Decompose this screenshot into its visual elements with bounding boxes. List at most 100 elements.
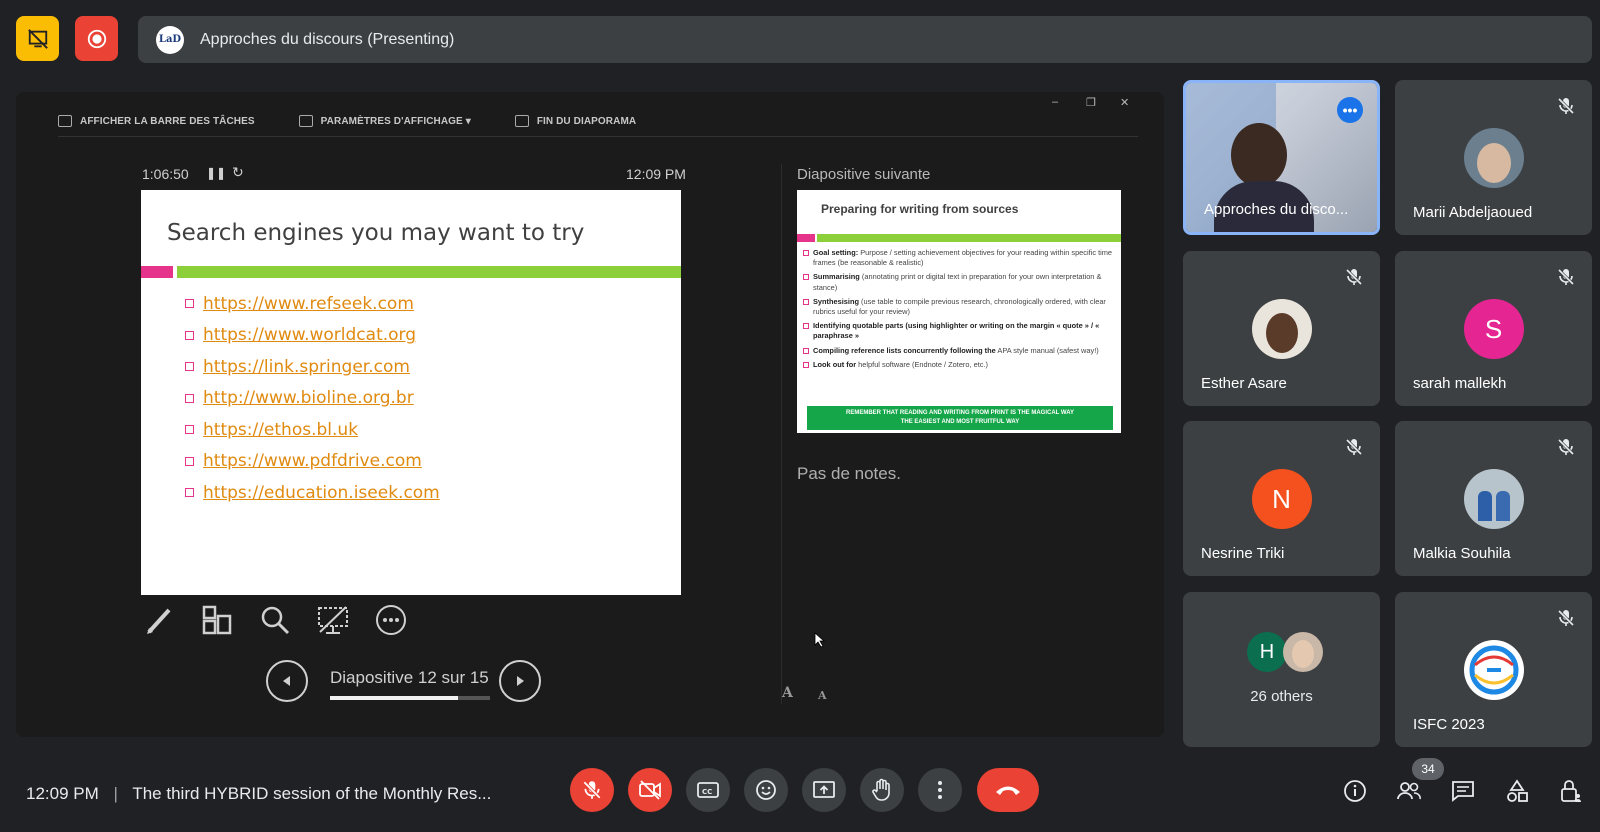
presenting-banner[interactable]: LaD Approches du discours (Presenting) <box>138 16 1592 63</box>
reset-timer-icon[interactable]: ↻ <box>232 164 244 181</box>
more-options-button[interactable] <box>918 768 962 812</box>
speaker-notes: Pas de notes. <box>797 464 901 483</box>
grid-icon <box>202 605 232 635</box>
minimize-icon[interactable]: – <box>1052 96 1058 108</box>
monitor-off-icon <box>318 606 348 634</box>
present-now-button[interactable] <box>802 768 846 812</box>
participant-tile[interactable]: N Nesrine Triki <box>1183 421 1380 576</box>
info-icon <box>1344 780 1366 802</box>
participant-name: Esther Asare <box>1201 375 1287 392</box>
taskbar-icon <box>58 115 72 127</box>
camera-off-icon <box>639 780 661 800</box>
previous-slide-button[interactable] <box>266 660 308 702</box>
people-button[interactable] <box>1396 778 1422 804</box>
reactions-button[interactable] <box>744 768 788 812</box>
bullet-icon <box>185 330 194 340</box>
participant-name: ISFC 2023 <box>1413 716 1485 733</box>
increase-font-button[interactable]: A <box>782 685 793 701</box>
list-item: http://www.bioline.org.br <box>185 383 440 415</box>
avatar-initial: H <box>1259 640 1275 663</box>
meeting-details-button[interactable] <box>1342 778 1368 804</box>
recording-button[interactable] <box>75 16 118 61</box>
next-slide-button[interactable] <box>499 660 541 702</box>
pen-tool-button[interactable] <box>141 602 177 638</box>
activities-icon <box>1507 779 1528 802</box>
next-slide-banner: REMEMBER THAT READING AND WRITING FROM P… <box>807 406 1113 430</box>
bullet-icon <box>185 425 194 435</box>
camera-button[interactable] <box>628 768 672 812</box>
activities-button[interactable] <box>1504 778 1530 804</box>
present-to-everyone-off-button[interactable] <box>16 16 59 61</box>
zoom-button[interactable] <box>257 602 293 638</box>
show-taskbar-button[interactable]: AFFICHER LA BARRE DES TÂCHES <box>58 115 255 127</box>
next-slide-title: Preparing for writing from sources <box>821 202 1019 216</box>
slide-accent-green <box>177 266 681 278</box>
display-settings-label: PARAMÈTRES D'AFFICHAGE ▾ <box>320 115 471 127</box>
participant-tile[interactable]: ISFC 2023 <box>1395 592 1592 747</box>
next-slide-list: Goal setting: Purpose / setting achievem… <box>803 248 1115 374</box>
bullet-icon <box>185 299 194 309</box>
participant-tile[interactable]: Malkia Souhila <box>1395 421 1592 576</box>
participant-tile[interactable]: ••• Approches du disco... <box>1183 80 1380 235</box>
powerpoint-toolbar: AFFICHER LA BARRE DES TÂCHES PARAMÈTRES … <box>58 110 1138 132</box>
list-item: https://ethos.bl.uk <box>185 414 440 446</box>
see-all-slides-button[interactable] <box>199 602 235 638</box>
microphone-button[interactable] <box>570 768 614 812</box>
next-slide-accent-pink <box>797 234 815 242</box>
isfc-logo <box>1463 640 1524 700</box>
record-icon <box>87 29 106 48</box>
bullet-icon <box>185 488 194 498</box>
bullet-icon <box>185 456 194 466</box>
link[interactable]: https://www.pdfdrive.com <box>203 451 422 471</box>
screen-share-off-icon <box>27 28 48 49</box>
avatar <box>1463 128 1524 188</box>
list-item: https://www.pdfdrive.com <box>185 446 440 478</box>
display-settings-button[interactable]: PARAMÈTRES D'AFFICHAGE ▾ <box>298 115 471 127</box>
link[interactable]: https://ethos.bl.uk <box>203 420 358 440</box>
captions-button[interactable]: CC <box>686 768 730 812</box>
avatar <box>1283 632 1323 672</box>
participant-tile[interactable]: S sarah mallekh <box>1395 251 1592 406</box>
chat-button[interactable] <box>1450 778 1476 804</box>
others-label: 26 others <box>1250 688 1313 705</box>
presenter-clock: 12:09 PM <box>626 166 686 182</box>
meeting-info: 12:09 PM | The third HYBRID session of t… <box>26 784 491 804</box>
link[interactable]: https://link.springer.com <box>203 357 410 377</box>
pause-icon[interactable]: ❚❚ <box>206 166 226 180</box>
participant-tile[interactable]: Marii Abdeljaoued <box>1395 80 1592 235</box>
current-time: 12:09 PM <box>26 784 99 803</box>
more-options-button[interactable] <box>373 602 409 638</box>
more-options-icon[interactable]: ••• <box>1337 97 1363 123</box>
close-icon[interactable]: ✕ <box>1120 96 1129 109</box>
more-vert-icon <box>938 781 942 799</box>
link[interactable]: https://www.refseek.com <box>203 294 414 314</box>
restore-icon[interactable]: ❐ <box>1086 96 1096 109</box>
present-screen-icon <box>813 781 835 798</box>
participant-tile[interactable]: Esther Asare <box>1183 251 1380 406</box>
leave-call-button[interactable] <box>977 768 1039 812</box>
lock-person-icon <box>1561 780 1581 802</box>
others-tile[interactable]: H 26 others <box>1183 592 1380 747</box>
end-slideshow-label: FIN DU DIAPORAMA <box>536 115 637 127</box>
display-settings-icon <box>298 115 313 127</box>
avatar: H <box>1247 632 1287 672</box>
link[interactable]: https://education.iseek.com <box>203 483 440 503</box>
chat-icon <box>1452 781 1474 802</box>
list-item: Summarising (annotating print or digital… <box>803 272 1115 292</box>
svg-text:CC: CC <box>702 788 712 796</box>
list-item: https://education.iseek.com <box>185 477 440 509</box>
pen-icon <box>147 608 171 634</box>
slide-accent-pink <box>141 266 173 278</box>
list-item: Look out for helpful software (Endnote /… <box>803 360 1115 370</box>
link-list: https://www.refseek.com https://www.worl… <box>185 288 440 509</box>
mic-off-icon <box>1345 438 1363 456</box>
host-controls-button[interactable] <box>1558 778 1584 804</box>
link[interactable]: http://www.bioline.org.br <box>203 388 414 408</box>
end-slideshow-button[interactable]: FIN DU DIAPORAMA <box>514 115 637 127</box>
decrease-font-button[interactable]: A <box>818 689 827 702</box>
participant-name: Malkia Souhila <box>1413 545 1511 562</box>
link[interactable]: https://www.worldcat.org <box>203 325 416 345</box>
raise-hand-button[interactable] <box>860 768 904 812</box>
next-slide-preview[interactable]: Preparing for writing from sources Goal … <box>797 190 1121 433</box>
black-screen-button[interactable] <box>315 602 351 638</box>
